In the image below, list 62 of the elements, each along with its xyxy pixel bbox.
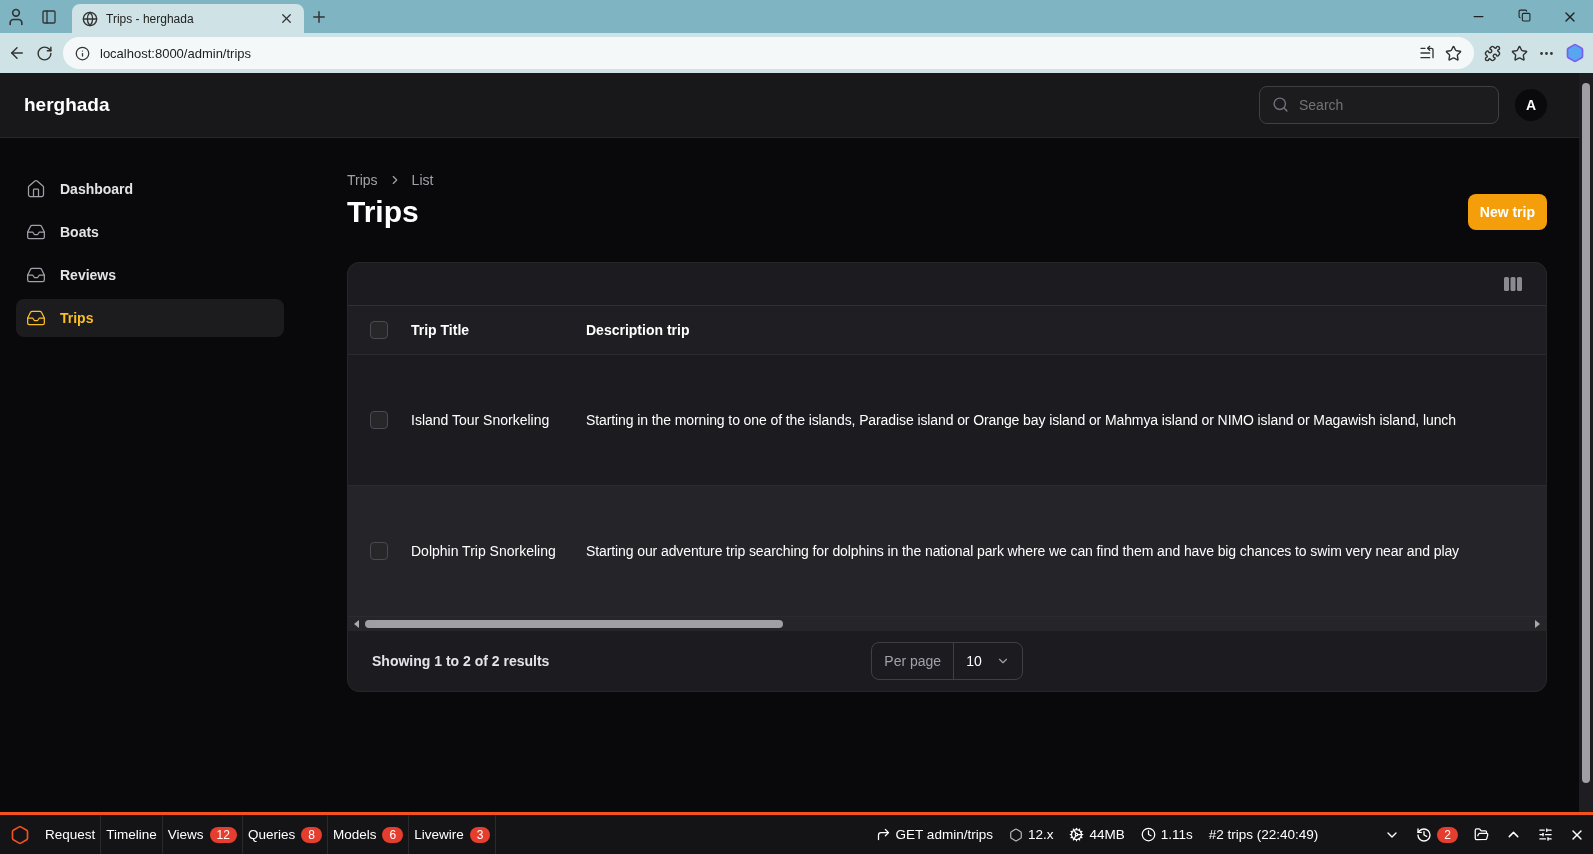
breadcrumb-link[interactable]: Trips (347, 172, 378, 188)
sidebar-item[interactable]: Reviews (16, 256, 284, 294)
sidebar-item[interactable]: Dashboard (16, 170, 284, 208)
debug-tab[interactable]: Livewire 3 (409, 815, 497, 854)
horizontal-scrollbar[interactable] (348, 617, 1546, 631)
row-checkbox[interactable] (370, 542, 388, 560)
columns-icon[interactable] (1504, 277, 1522, 291)
search-icon (1272, 96, 1289, 113)
table-cell-text: Island Tour Snorkeling (411, 412, 551, 428)
clock-icon (1140, 827, 1156, 842)
breadcrumb-link[interactable]: List (411, 172, 434, 188)
count-badge: 3 (469, 826, 491, 843)
page-title: Trips (347, 195, 419, 229)
search-field[interactable]: Search (1259, 86, 1499, 124)
table-cell-text: Starting our adventure trip searching for dolphins in the national park where we can find them and have big chances to swim very near and play (586, 543, 1460, 559)
row-checkbox[interactable] (370, 411, 388, 429)
tray-icon (26, 308, 46, 328)
debug-tab[interactable]: Timeline (101, 815, 163, 854)
home-icon (26, 179, 46, 199)
globe-icon (82, 10, 98, 27)
forward-arrow-icon (875, 827, 891, 842)
browser-tab[interactable]: Trips - herghada (72, 4, 304, 33)
star-icon[interactable] (1445, 44, 1462, 62)
gears-icon (1069, 827, 1085, 842)
request-label: #2 trips (22:40:49) (1208, 827, 1319, 842)
tray-icon (26, 222, 46, 242)
puzzle-icon[interactable] (1484, 44, 1501, 62)
folder-icon[interactable] (1474, 827, 1489, 842)
sliders-icon[interactable] (1538, 827, 1553, 842)
route-label: GET admin/trips (895, 827, 993, 842)
debug-tab[interactable]: Models 6 (327, 815, 410, 854)
per-page-select[interactable]: Per page 10 (871, 642, 1023, 680)
reload-icon[interactable] (36, 44, 53, 62)
memory-label: 44MB (1089, 827, 1125, 842)
column-header[interactable]: Description trip (586, 322, 1546, 338)
count-badge: 6 (382, 826, 404, 843)
sidebar-item[interactable]: Trips (16, 299, 284, 337)
address-bar[interactable]: localhost:8000/admin/trips (63, 37, 1474, 69)
info-icon (75, 45, 90, 61)
select-all-checkbox[interactable] (370, 321, 388, 339)
tray-icon (26, 265, 46, 285)
back-icon[interactable] (8, 44, 26, 62)
column-header[interactable]: Trip Title (411, 322, 586, 338)
debug-tab[interactable]: Request (40, 815, 102, 854)
sidebar-item[interactable]: Boats (16, 213, 284, 251)
count-badge: 8 (301, 826, 322, 843)
history-icon[interactable] (1416, 826, 1433, 843)
table-cell-text: Dolphin Trip Snorkeling (411, 543, 557, 559)
debug-tab[interactable]: Queries 8 (242, 815, 328, 854)
version-label: 12.x (1027, 827, 1054, 842)
count-badge: 2 (1437, 826, 1458, 843)
profile-icon[interactable] (6, 6, 26, 27)
duration-label: 1.11s (1160, 827, 1193, 842)
close-icon[interactable] (279, 11, 294, 26)
favorites-icon[interactable] (1511, 44, 1528, 62)
brand-logo[interactable]: herghada (24, 94, 110, 116)
table-cell-text: Starting in the morning to one of the islands, Paradise island or Orange bay island or Mahmya island or NIMO island or Magawish island, lunch (586, 412, 1457, 428)
results-summary: Showing 1 to 2 of 2 results (372, 653, 551, 669)
user-avatar[interactable]: A (1515, 89, 1547, 121)
count-badge: 12 (209, 826, 237, 843)
debug-tab[interactable]: Views 12 (162, 815, 243, 854)
vertical-scrollbar[interactable] (1579, 73, 1593, 812)
